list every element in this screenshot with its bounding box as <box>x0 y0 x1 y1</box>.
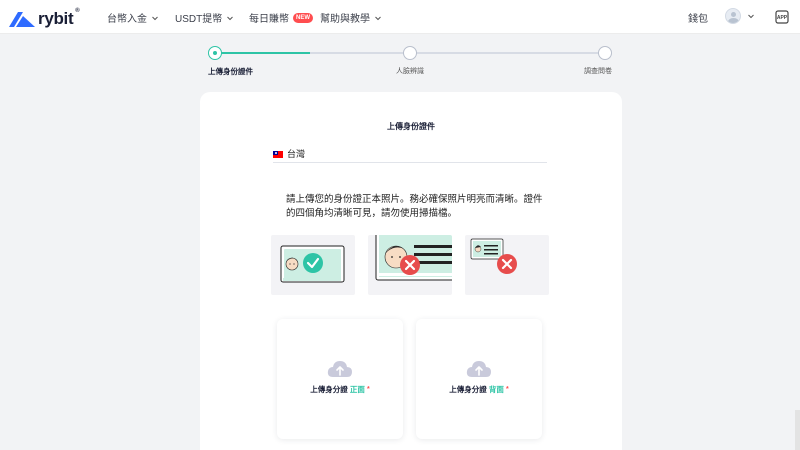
chevron-down-icon <box>375 16 381 20</box>
nav-usdt-withdraw-label: USDT提幣 <box>175 14 223 25</box>
nav-usdt-withdraw[interactable]: USDT提幣 <box>175 10 234 25</box>
nav-fiat-deposit-label: 台幣入金 <box>107 14 147 25</box>
nav-fiat-deposit[interactable]: 台幣入金 <box>107 10 159 25</box>
required-mark: * <box>505 386 509 393</box>
svg-text:APP: APP <box>777 15 788 21</box>
id-card-cropped-illustration <box>375 235 452 281</box>
taiwan-flag-icon <box>273 151 283 158</box>
required-mark: * <box>366 386 370 393</box>
upload-back-button[interactable]: 上傳身分證 背面 * <box>416 319 542 439</box>
country-select[interactable]: 台灣 <box>273 149 547 163</box>
upload-back-side: 背面 <box>488 385 504 394</box>
new-badge: NEW <box>293 12 313 23</box>
upload-id-card: 上傳身份證件 台灣 請上傳您的身份證正本照片。務必確保照片明亮而清晰。證件的四個… <box>200 92 622 450</box>
cloud-upload-icon <box>327 361 352 377</box>
step-2-label: 人臉辨識 <box>396 68 424 75</box>
upload-front-side: 正面 <box>349 385 365 394</box>
nav-daily-earn[interactable]: 每日賺幣 NEW <box>249 10 313 25</box>
top-navbar: rybit ® 台幣入金 USDT提幣 每日賺幣 NEW 幫助與教學 錢包 APP <box>0 0 800 34</box>
logo-mark-icon <box>9 11 35 27</box>
page-scrollbar[interactable] <box>795 410 800 450</box>
step-3-dot <box>598 46 612 60</box>
card-title: 上傳身份證件 <box>387 122 435 131</box>
nav-help-label: 幫助與教學 <box>320 14 370 25</box>
step-3-label: 調查問卷 <box>584 68 612 75</box>
step-1-label: 上傳身份證件 <box>208 67 253 76</box>
user-menu[interactable] <box>725 8 755 24</box>
user-avatar-icon <box>725 8 741 24</box>
upload-front-button[interactable]: 上傳身分證 正面 * <box>277 319 403 439</box>
step-1-dot <box>208 46 222 60</box>
nav-help[interactable]: 幫助與教學 <box>320 10 382 25</box>
step-2-dot <box>403 46 417 60</box>
nav-daily-earn-label: 每日賺幣 <box>249 14 289 25</box>
chevron-down-icon <box>152 16 158 20</box>
country-name: 台灣 <box>287 149 306 159</box>
cloud-upload-icon <box>466 361 491 377</box>
id-card-correct-illustration <box>280 245 345 283</box>
wallet-link[interactable]: 錢包 <box>688 10 708 25</box>
example-correct <box>271 235 355 295</box>
upload-back-label: 上傳身分證 背面 * <box>416 384 542 395</box>
stepper-progress <box>215 52 310 54</box>
upload-back-prefix: 上傳身分證 <box>449 385 487 394</box>
example-too-far <box>465 235 549 295</box>
upload-instructions: 請上傳您的身份證正本照片。務必確保照片明亮而清晰。證件的四個角均清晰可見，請勿使… <box>286 194 543 219</box>
example-cropped <box>368 235 452 295</box>
logo-text: rybit ® <box>38 8 80 28</box>
chevron-down-icon <box>748 14 754 19</box>
app-download-icon[interactable]: APP <box>774 9 790 25</box>
upload-front-prefix: 上傳身分證 <box>310 385 348 394</box>
kyc-stepper: 上傳身份證件 人臉辨識 調查問卷 <box>0 40 800 80</box>
upload-front-label: 上傳身分證 正面 * <box>277 384 403 395</box>
chevron-down-icon <box>227 16 234 20</box>
rybit-logo[interactable]: rybit ® <box>9 8 80 29</box>
id-card-too-far-illustration <box>470 238 517 274</box>
